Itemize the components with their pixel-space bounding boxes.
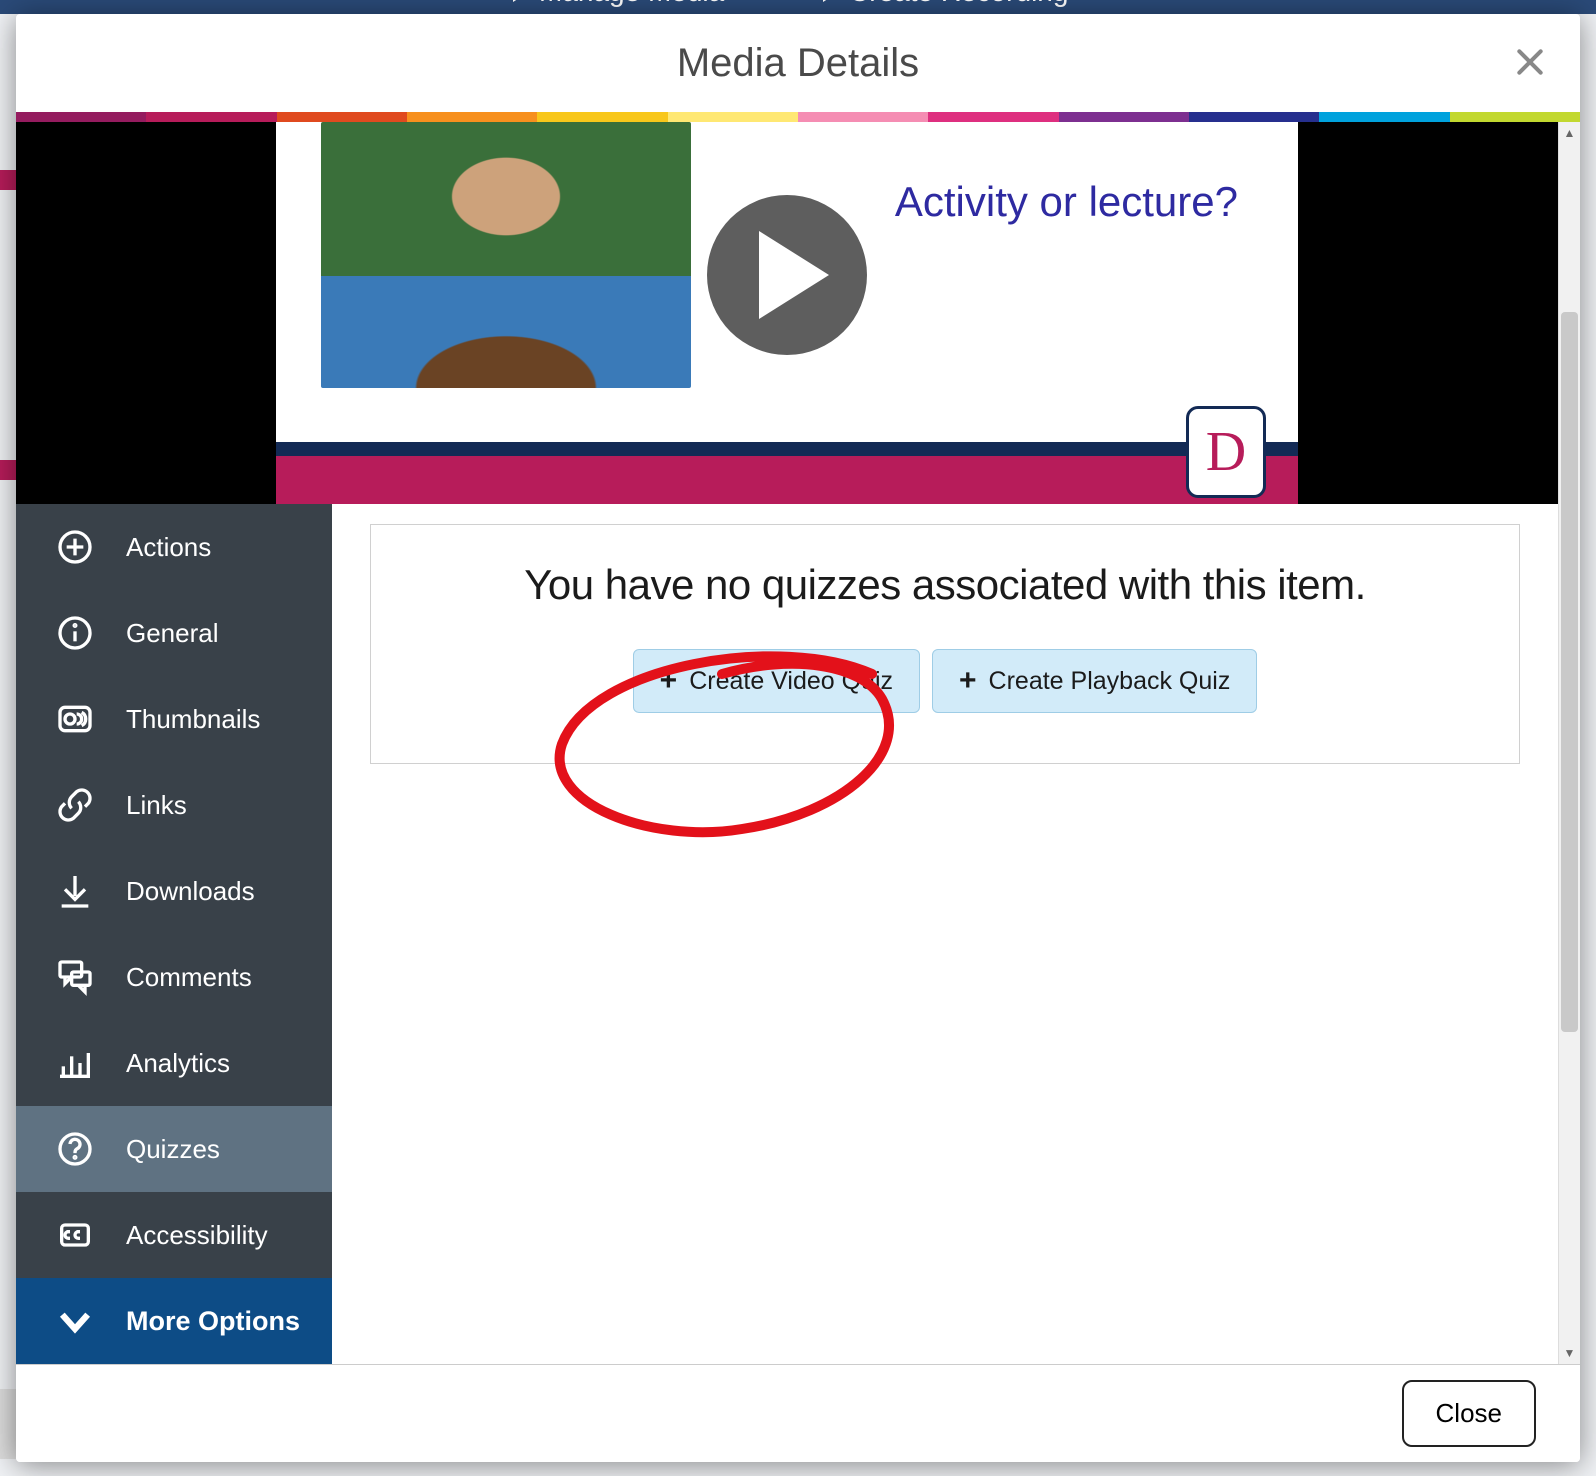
sidebar: Actions General Thumbnails Links Downloads Co…	[16, 504, 332, 1364]
close-icon[interactable]	[1508, 40, 1552, 84]
webcam-thumbnail	[321, 122, 691, 388]
slide-title-text: Activity or lecture?	[895, 178, 1238, 226]
play-button[interactable]	[707, 195, 867, 355]
sidebar-item-thumbnails[interactable]: Thumbnails	[16, 676, 332, 762]
rainbow-divider	[16, 112, 1580, 122]
quizzes-button-row: + Create Video Quiz + Create Playback Qu…	[391, 649, 1499, 713]
vertical-scrollbar[interactable]: ▲ ▼	[1558, 122, 1580, 1364]
brand-stripe-red	[276, 456, 1298, 504]
sidebar-more-options[interactable]: More Options	[16, 1278, 332, 1364]
sidebar-item-label: Quizzes	[126, 1134, 220, 1165]
lower-split: Actions General Thumbnails Links Downloads Co…	[16, 504, 1558, 1364]
sidebar-item-quizzes[interactable]: Quizzes	[16, 1106, 332, 1192]
sidebar-item-label: Comments	[126, 962, 252, 993]
sidebar-item-links[interactable]: Links	[16, 762, 332, 848]
bg-manage-media-button[interactable]: Manage Media	[495, 0, 742, 12]
sidebar-item-label: Downloads	[126, 876, 255, 907]
sidebar-item-label: General	[126, 618, 219, 649]
quizzes-pane: You have no quizzes associated with this…	[332, 504, 1558, 1364]
thumbnails-icon	[52, 696, 98, 742]
modal-header: Media Details	[16, 14, 1580, 112]
plus-icon: +	[660, 664, 678, 698]
play-triangle-icon	[513, 0, 529, 2]
sidebar-item-actions[interactable]: Actions	[16, 504, 332, 590]
sidebar-item-general[interactable]: General	[16, 590, 332, 676]
bg-create-recording-label: Create Recording	[849, 0, 1068, 8]
quizzes-panel: You have no quizzes associated with this…	[370, 524, 1520, 764]
general-icon	[52, 610, 98, 656]
comments-icon	[52, 954, 98, 1000]
quizzes-empty-message: You have no quizzes associated with this…	[391, 561, 1499, 609]
actions-icon	[52, 524, 98, 570]
downloads-icon	[52, 868, 98, 914]
brand-stripe-blue	[276, 442, 1298, 456]
sidebar-more-label: More Options	[126, 1306, 300, 1337]
play-triangle-icon	[823, 0, 839, 2]
modal-footer: Close	[16, 1364, 1580, 1462]
sidebar-item-label: Actions	[126, 532, 211, 563]
sidebar-item-label: Accessibility	[126, 1220, 268, 1251]
plus-icon: +	[959, 664, 977, 698]
sidebar-item-accessibility[interactable]: Accessibility	[16, 1192, 332, 1278]
close-button[interactable]: Close	[1402, 1380, 1536, 1447]
sidebar-item-comments[interactable]: Comments	[16, 934, 332, 1020]
quizzes-icon	[52, 1126, 98, 1172]
sidebar-item-label: Thumbnails	[126, 704, 260, 735]
play-triangle-icon	[759, 231, 829, 319]
accessibility-icon	[52, 1212, 98, 1258]
chevron-down-icon	[52, 1302, 98, 1340]
create-playback-quiz-button[interactable]: + Create Playback Quiz	[932, 649, 1257, 713]
media-details-modal: Media Details Activity or lecture? D	[16, 14, 1580, 1462]
sidebar-item-label: Analytics	[126, 1048, 230, 1079]
crest-letter: D	[1206, 420, 1246, 484]
scroll-up-arrow-icon[interactable]: ▲	[1559, 122, 1580, 144]
bg-manage-media-label: Manage Media	[539, 0, 724, 8]
modal-title: Media Details	[677, 41, 919, 86]
sidebar-item-analytics[interactable]: Analytics	[16, 1020, 332, 1106]
video-player[interactable]: Activity or lecture? D	[16, 122, 1558, 504]
create-video-quiz-button[interactable]: + Create Video Quiz	[633, 649, 920, 713]
bg-create-recording-button[interactable]: Create Recording	[805, 0, 1086, 12]
brand-crest-icon: D	[1186, 406, 1266, 498]
create-playback-quiz-label: Create Playback Quiz	[989, 667, 1231, 696]
links-icon	[52, 782, 98, 828]
content-column: Activity or lecture? D Actions General Thu…	[16, 122, 1558, 1364]
scroll-down-arrow-icon[interactable]: ▼	[1559, 1342, 1580, 1364]
scroll-thumb[interactable]	[1561, 312, 1578, 1032]
analytics-icon	[52, 1040, 98, 1086]
create-video-quiz-label: Create Video Quiz	[689, 667, 893, 696]
sidebar-item-label: Links	[126, 790, 187, 821]
sidebar-item-downloads[interactable]: Downloads	[16, 848, 332, 934]
modal-body: Activity or lecture? D Actions General Thu…	[16, 122, 1580, 1364]
